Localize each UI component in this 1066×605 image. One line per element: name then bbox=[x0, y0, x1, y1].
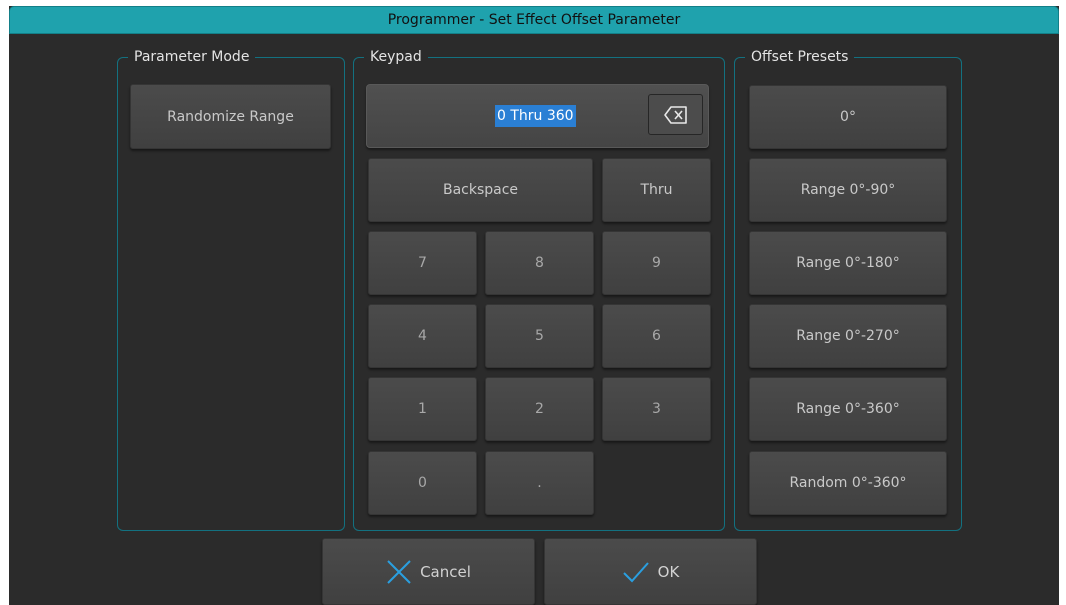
ok-button[interactable]: OK bbox=[544, 538, 757, 605]
cancel-button[interactable]: Cancel bbox=[322, 538, 535, 605]
key-2[interactable]: 2 bbox=[485, 377, 594, 441]
randomize-range-button[interactable]: Randomize Range bbox=[130, 84, 331, 149]
key-0[interactable]: 0 bbox=[368, 451, 477, 515]
parameter-mode-legend: Parameter Mode bbox=[128, 48, 256, 66]
preset-random-360-button[interactable]: Random 0°-360° bbox=[749, 451, 947, 515]
backspace-button[interactable]: Backspace bbox=[368, 158, 593, 222]
dialog-window: Programmer - Set Effect Offset Parameter… bbox=[9, 6, 1059, 605]
offset-presets-legend: Offset Presets bbox=[745, 48, 855, 66]
thru-button[interactable]: Thru bbox=[602, 158, 711, 222]
key-5[interactable]: 5 bbox=[485, 304, 594, 368]
keypad-display-value[interactable]: 0 Thru 360 bbox=[495, 105, 576, 127]
key-7[interactable]: 7 bbox=[368, 231, 477, 295]
preset-range-360-button[interactable]: Range 0°-360° bbox=[749, 377, 947, 441]
checkmark-icon bbox=[622, 561, 650, 583]
clear-input-button[interactable] bbox=[648, 94, 703, 135]
key-6[interactable]: 6 bbox=[602, 304, 711, 368]
key-4[interactable]: 4 bbox=[368, 304, 477, 368]
cancel-label: Cancel bbox=[420, 562, 471, 581]
preset-range-180-button[interactable]: Range 0°-180° bbox=[749, 231, 947, 295]
key-9[interactable]: 9 bbox=[602, 231, 711, 295]
backspace-clear-icon bbox=[663, 105, 687, 124]
preset-0-button[interactable]: 0° bbox=[749, 85, 947, 149]
keypad-legend: Keypad bbox=[364, 48, 428, 66]
key-decimal[interactable]: . bbox=[485, 451, 594, 515]
key-3[interactable]: 3 bbox=[602, 377, 711, 441]
key-1[interactable]: 1 bbox=[368, 377, 477, 441]
preset-range-270-button[interactable]: Range 0°-270° bbox=[749, 304, 947, 368]
preset-range-90-button[interactable]: Range 0°-90° bbox=[749, 158, 947, 222]
dialog-title: Programmer - Set Effect Offset Parameter bbox=[9, 6, 1059, 34]
x-icon bbox=[386, 559, 412, 585]
keypad-display[interactable]: 0 Thru 360 bbox=[366, 84, 709, 148]
key-8[interactable]: 8 bbox=[485, 231, 594, 295]
ok-label: OK bbox=[657, 562, 680, 581]
